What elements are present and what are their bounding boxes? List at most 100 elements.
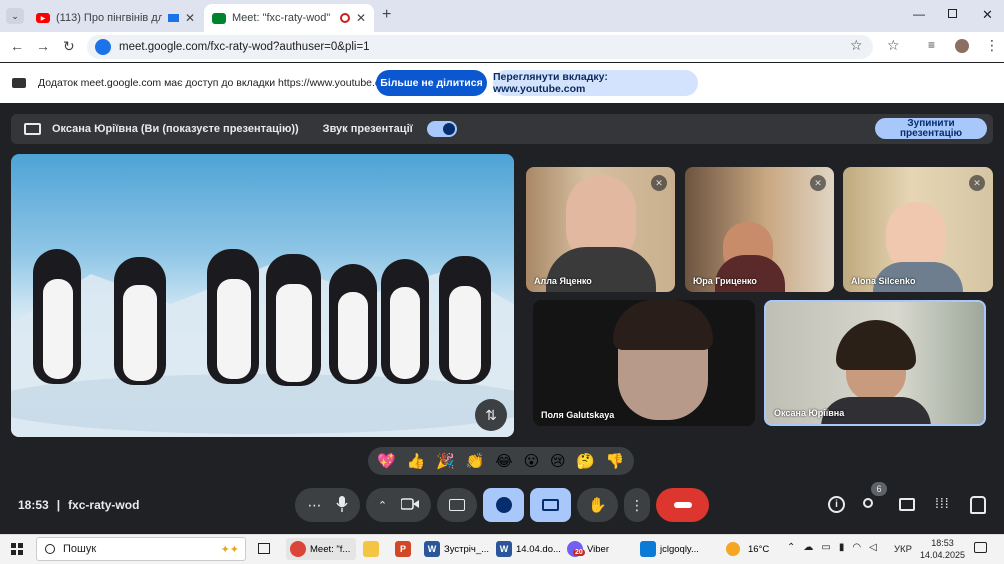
mic-off-icon: ✕ <box>969 175 985 191</box>
close-icon[interactable]: ✕ <box>185 11 195 25</box>
swap-layout-button[interactable]: ⇅ <box>475 399 507 431</box>
host-controls-icon[interactable] <box>970 496 986 514</box>
site-info-icon[interactable] <box>95 39 111 55</box>
reaction-sad[interactable]: 😢 <box>550 452 566 470</box>
more-options-button[interactable]: ⋮ <box>624 488 650 522</box>
present-icon <box>24 123 41 135</box>
taskbar-item-word-1[interactable]: W Зустріч_... <box>424 538 489 560</box>
new-tab-icon[interactable]: + <box>382 6 391 24</box>
onedrive-icon: ☁ <box>803 542 814 553</box>
restore-icon[interactable] <box>948 9 957 18</box>
reaction-sparkling-heart[interactable]: 💖 <box>377 452 396 470</box>
reaction-thumbs-down[interactable]: 👎 <box>606 452 625 470</box>
address-bar[interactable]: meet.google.com/fxc-raty-wod?authuser=0&… <box>87 35 873 59</box>
presenting-bar: Оксана Юріївна (Ви (показуєте презентаці… <box>11 114 993 144</box>
presenter-label: Оксана Юріївна (Ви (показуєте презентаці… <box>52 123 299 135</box>
system-tray-icons[interactable]: ⌃ ☁ ▭ ▮ ◠ ◁ <box>787 542 877 553</box>
participant-tile-self[interactable]: Оксана Юріївна <box>764 300 986 426</box>
reaction-bar: 💖 👍 🎉 👏 😂 😮 😢 🤔 👎 <box>368 447 634 475</box>
youtube-icon: ▶ <box>36 13 50 23</box>
video-controls-group: ⌃ <box>366 488 431 522</box>
participant-tile[interactable]: ✕ Алла Яценко <box>526 167 675 292</box>
chrome-icon <box>290 541 306 557</box>
weather-widget[interactable]: 16°C <box>726 538 769 560</box>
chevron-up-icon[interactable]: ⌃ <box>787 542 795 553</box>
taskbar-item-powerpoint[interactable]: P <box>395 538 411 560</box>
image-file-icon <box>640 541 656 557</box>
reaction-thinking[interactable]: 🤔 <box>576 452 595 470</box>
profile-avatar[interactable] <box>955 39 969 53</box>
meeting-separator: | <box>56 498 61 512</box>
participant-tile[interactable]: Поля Galutskaya <box>533 300 755 426</box>
reaction-thumbs-up[interactable]: 👍 <box>407 452 426 470</box>
view-tab-button[interactable]: Переглянути вкладку: www.youtube.com <box>493 70 698 96</box>
cast-icon <box>167 14 179 22</box>
taskbar-clock[interactable]: 18:53 14.04.2025 <box>920 537 965 561</box>
tab-youtube[interactable]: ▶ (113) Про пінгвінів для дітей ✕ <box>28 4 203 32</box>
participant-tile[interactable]: ✕ Alona Silcenko <box>843 167 993 292</box>
raise-hand-button[interactable]: ✋ <box>577 488 618 522</box>
participant-hair <box>613 300 713 350</box>
speaker-icon <box>442 123 455 135</box>
close-window-icon[interactable]: ✕ <box>982 7 993 23</box>
sun-icon <box>726 542 740 556</box>
back-icon[interactable]: ← <box>10 38 24 54</box>
taskbar-label: Viber <box>587 543 610 555</box>
audio-toggle[interactable] <box>426 121 457 137</box>
meeting-info: 18:53 | fxc-raty-wod <box>18 498 139 512</box>
mic-off-icon: ✕ <box>810 175 826 191</box>
bookmark-star-icon[interactable]: ☆ <box>850 37 863 54</box>
present-screen-icon <box>542 499 559 511</box>
camera-icon[interactable] <box>400 497 420 513</box>
minimize-icon[interactable]: — <box>913 7 925 21</box>
search-icon <box>45 544 55 554</box>
more-audio-icon[interactable]: ⋯ <box>308 497 322 514</box>
language-indicator[interactable]: УКР <box>894 544 912 555</box>
audio-controls-group: ⋯ <box>295 488 360 522</box>
present-button[interactable] <box>530 488 571 522</box>
tab-title: Meet: "fxc-raty-wod" <box>232 12 331 24</box>
captions-button[interactable] <box>437 488 477 522</box>
tab-meet[interactable]: Meet: "fxc-raty-wod" ✕ <box>204 4 374 32</box>
recording-icon <box>339 13 350 23</box>
reactions-button[interactable] <box>483 488 524 522</box>
taskbar-item-explorer[interactable] <box>363 538 379 560</box>
extensions-icon[interactable]: ☆ <box>887 37 900 54</box>
taskbar-item-viber[interactable]: 20 Viber <box>567 538 609 560</box>
tab-search-icon[interactable]: ⌄ <box>6 8 24 24</box>
microphone-icon[interactable] <box>335 495 348 515</box>
leave-call-button[interactable] <box>656 488 709 522</box>
taskbar-item-image[interactable]: jclgoqly... <box>640 538 699 560</box>
forward-icon[interactable]: → <box>36 38 50 54</box>
media-controls-icon[interactable]: ≡ <box>928 38 935 52</box>
taskbar-item-word-2[interactable]: W 14.04.do... <box>496 538 561 560</box>
task-view-icon[interactable] <box>258 543 270 554</box>
penguin <box>207 249 259 384</box>
reaction-clapping[interactable]: 👏 <box>466 452 485 470</box>
meeting-details-icon[interactable]: i <box>828 496 845 513</box>
captions-icon <box>449 499 465 511</box>
notification-icon[interactable] <box>974 542 987 553</box>
participant-name: Юра Гриценко <box>693 276 757 286</box>
close-icon[interactable]: ✕ <box>356 11 366 25</box>
reaction-tears-of-joy[interactable]: 😂 <box>495 452 513 470</box>
taskbar-item-chrome[interactable]: Meet: "f... <box>286 538 356 560</box>
reaction-party-popper[interactable]: 🎉 <box>436 452 455 470</box>
emoji-icon <box>495 497 512 513</box>
activities-icon[interactable]: ⁞⁞⁞ <box>935 496 950 510</box>
participant-hair <box>836 320 916 370</box>
people-button[interactable]: 6 <box>861 482 887 514</box>
chat-icon[interactable] <box>899 498 915 511</box>
participant-tile[interactable]: ✕ Юра Гриценко <box>685 167 834 292</box>
start-icon[interactable] <box>11 543 23 555</box>
stop-sharing-button[interactable]: Більше не ділитися <box>376 70 487 96</box>
chevron-up-icon[interactable]: ⌃ <box>378 499 387 512</box>
taskbar-search[interactable]: Пошук ✦✦ <box>36 537 246 561</box>
stop-presenting-button[interactable]: Зупинити презентацію <box>875 118 987 139</box>
penguin <box>33 249 81 384</box>
penguin <box>266 254 321 386</box>
participant-name: Поля Galutskaya <box>541 410 615 420</box>
menu-icon[interactable]: ⋮ <box>985 37 999 54</box>
reload-icon[interactable]: ↻ <box>63 38 75 55</box>
reaction-surprised[interactable]: 😮 <box>524 452 540 470</box>
